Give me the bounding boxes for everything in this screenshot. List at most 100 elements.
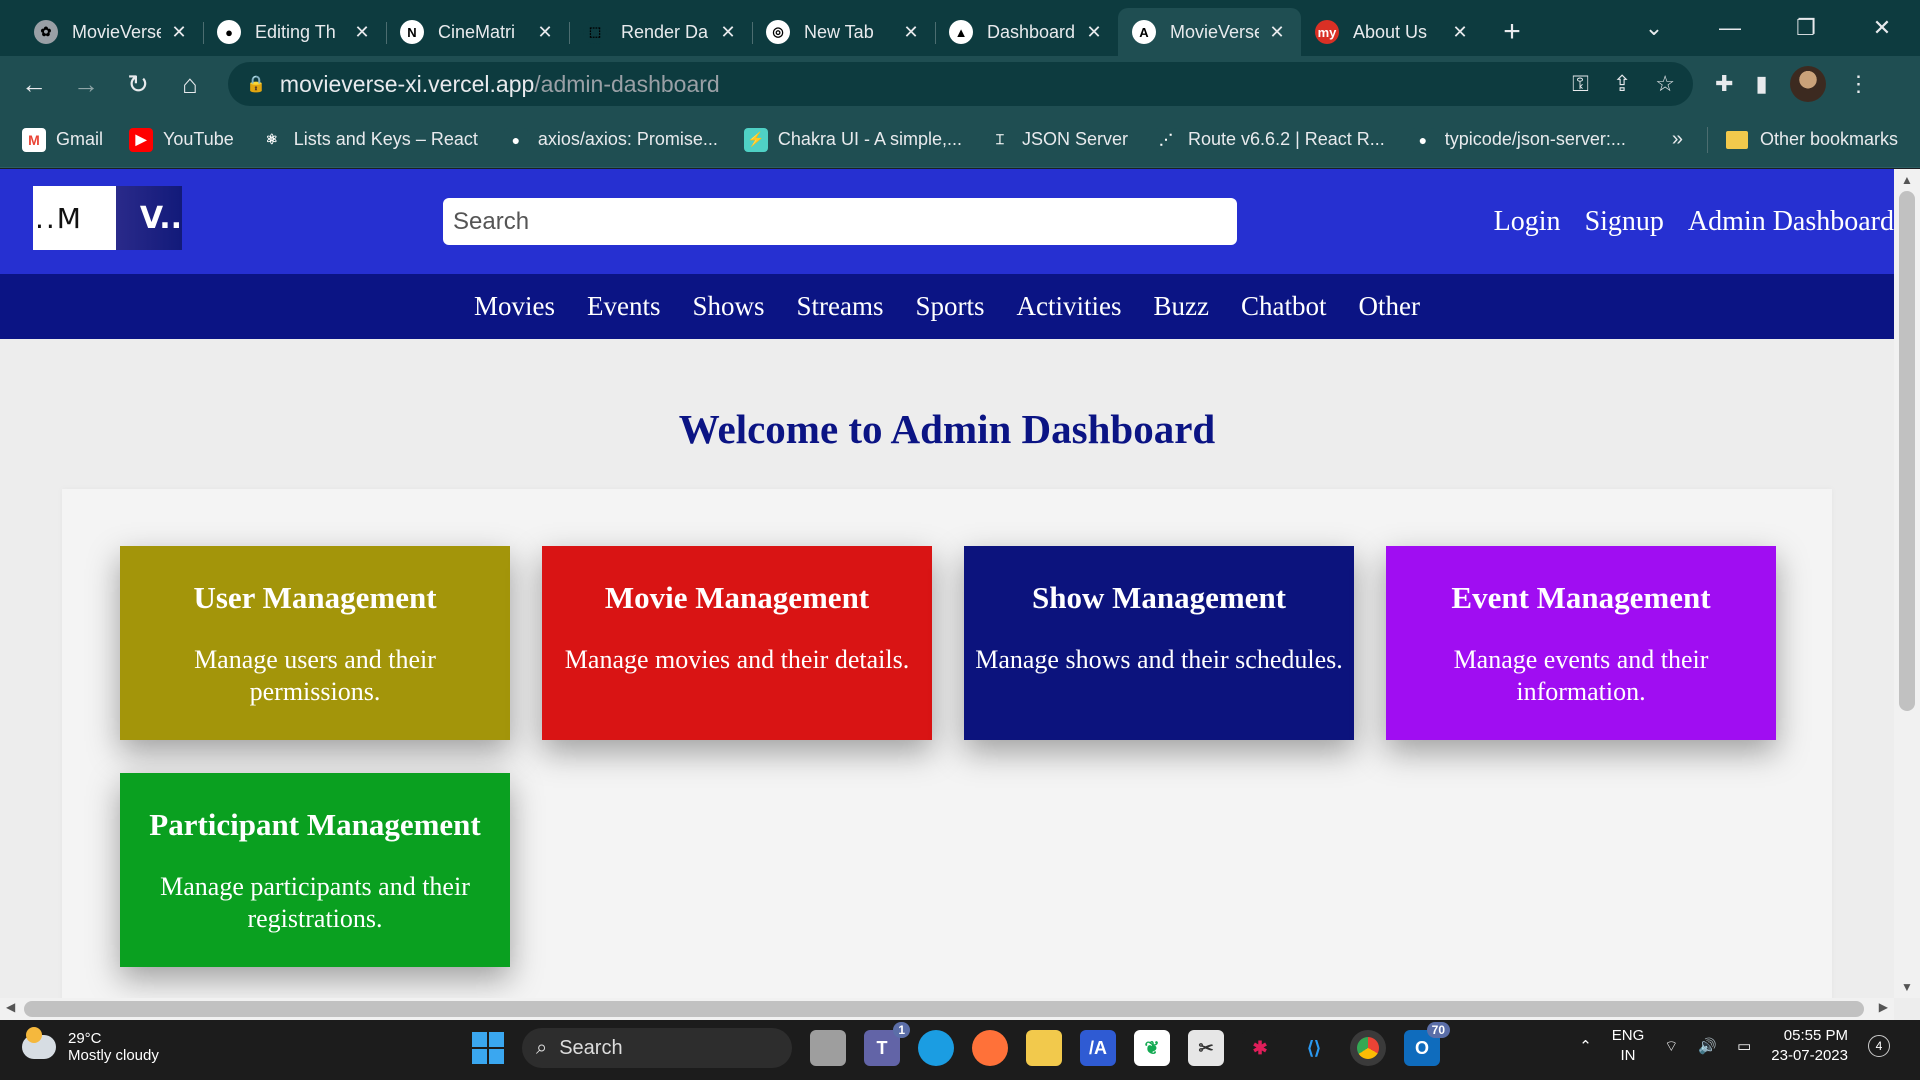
browser-tab[interactable]: A MovieVerse ✕ xyxy=(1118,8,1301,56)
browser-tab[interactable]: ◎ New Tab ✕ xyxy=(752,8,935,56)
management-card[interactable]: Show Management Manage shows and their sc… xyxy=(964,546,1354,740)
star-icon[interactable]: ☆ xyxy=(1655,71,1675,97)
horizontal-scrollbar[interactable]: ◀ ▶ xyxy=(0,998,1894,1020)
scroll-down-icon[interactable]: ▼ xyxy=(1894,980,1920,994)
bookmark-item[interactable]: M Gmail xyxy=(22,127,103,152)
site-search-input[interactable] xyxy=(443,198,1237,245)
volume-icon[interactable]: 🔊 xyxy=(1698,1037,1717,1055)
nav-item[interactable]: Shows xyxy=(692,291,764,322)
forward-icon[interactable]: → xyxy=(64,62,108,106)
vertical-scrollbar[interactable]: ▲ ▼ xyxy=(1894,169,1920,998)
teams-icon[interactable]: T1 xyxy=(864,1022,910,1066)
wifi-icon[interactable]: ⌔ xyxy=(1664,1037,1678,1056)
new-tab-button[interactable]: + xyxy=(1484,8,1540,56)
slack-icon[interactable]: ✱ xyxy=(1242,1030,1278,1066)
bookmark-item[interactable]: ● axios/axios: Promise... xyxy=(503,127,718,152)
other-bookmarks[interactable]: Other bookmarks xyxy=(1725,129,1898,150)
weather-widget[interactable]: 29°C Mostly cloudy xyxy=(22,1027,159,1064)
nav-item[interactable]: Buzz xyxy=(1154,291,1209,322)
browser-tab[interactable]: ⬚ Render Da ✕ xyxy=(569,8,752,56)
nav-item[interactable]: Streams xyxy=(797,291,884,322)
mongodb-icon[interactable]: ❦ xyxy=(1134,1030,1170,1066)
edge-icon[interactable] xyxy=(918,1030,954,1066)
battery-icon[interactable]: ▭ xyxy=(1737,1037,1751,1055)
bookmarks-bar: M Gmail ▶ YouTube ⚛ Lists and Keys – React ● ax… xyxy=(0,112,1920,168)
taskbar-search[interactable]: ⌕ Search xyxy=(522,1028,792,1068)
tab-close-icon[interactable]: ✕ xyxy=(1084,22,1104,43)
management-card[interactable]: User Management Manage users and their pe… xyxy=(120,546,510,740)
bookmark-item[interactable]: ⌶ JSON Server xyxy=(987,127,1128,152)
site-logo[interactable]: ..M V.. xyxy=(33,186,182,250)
browser-tab[interactable]: ▲ Dashboard ✕ xyxy=(935,8,1118,56)
tab-close-icon[interactable]: ✕ xyxy=(718,22,738,43)
scroll-right-icon[interactable]: ▶ xyxy=(1879,1000,1888,1014)
nav-item[interactable]: Other xyxy=(1359,291,1420,322)
tab-close-icon[interactable]: ✕ xyxy=(535,22,555,43)
scroll-left-icon[interactable]: ◀ xyxy=(6,1000,15,1014)
nav-item[interactable]: Chatbot xyxy=(1241,291,1327,322)
nav-item[interactable]: Sports xyxy=(916,291,985,322)
browser-tab[interactable]: ✿ MovieVerse ✕ xyxy=(20,8,203,56)
vscode-icon[interactable]: ⟨⟩ xyxy=(1296,1030,1332,1066)
browser-tab[interactable]: ● Editing Th ✕ xyxy=(203,8,386,56)
notification-count[interactable]: 4 xyxy=(1868,1035,1890,1057)
bookmark-item[interactable]: ▶ YouTube xyxy=(129,127,234,152)
snipping-tool-icon[interactable]: ✂ xyxy=(1188,1030,1224,1066)
cloudy-icon xyxy=(22,1027,56,1059)
nav-item[interactable]: Movies xyxy=(474,291,555,322)
scroll-up-icon[interactable]: ▲ xyxy=(1894,173,1920,187)
management-card[interactable]: Event Management Manage events and their … xyxy=(1386,546,1776,740)
clock[interactable]: 05:55 PM 23-07-2023 xyxy=(1771,1026,1848,1066)
browser-tab[interactable]: N CineMatri ✕ xyxy=(386,8,569,56)
tab-close-icon[interactable]: ✕ xyxy=(1450,22,1470,43)
lock-icon[interactable]: 🔒 xyxy=(246,74,266,94)
reload-icon[interactable]: ↻ xyxy=(116,62,160,106)
tab-close-icon[interactable]: ✕ xyxy=(169,22,189,43)
nav-item[interactable]: Activities xyxy=(1017,291,1122,322)
vertical-scroll-thumb[interactable] xyxy=(1899,191,1915,711)
bookmark-item[interactable]: ⚛ Lists and Keys – React xyxy=(259,127,478,152)
back-icon[interactable]: ← xyxy=(12,62,56,106)
key-icon[interactable]: ⚿ xyxy=(1572,71,1589,97)
login-link[interactable]: Login xyxy=(1494,206,1561,238)
menu-kebab-icon[interactable]: ⋮ xyxy=(1848,71,1870,97)
admin-dashboard-link[interactable]: Admin Dashboard xyxy=(1688,206,1894,238)
language-indicator[interactable]: ENG IN xyxy=(1612,1026,1645,1066)
lang-primary: ENG xyxy=(1611,1027,1645,1044)
profile-avatar[interactable] xyxy=(1789,66,1826,102)
bookmark-icon: ▶ xyxy=(129,127,154,152)
card-title: Event Management xyxy=(1451,580,1711,615)
start-icon[interactable] xyxy=(472,1032,504,1064)
side-panel-icon[interactable]: ▮ xyxy=(1755,71,1767,97)
outlook-icon[interactable]: O 70 xyxy=(1404,1022,1450,1066)
address-bar[interactable]: 🔒 movieverse-xi.vercel.app/admin-dashboa… xyxy=(228,62,1693,106)
tab-search-icon[interactable]: ⌄ xyxy=(1616,15,1692,41)
bookmark-item[interactable]: ⋰ Route v6.6.2 | React R... xyxy=(1154,127,1385,152)
extensions-icon[interactable]: ✚ xyxy=(1715,71,1733,97)
chevron-up-icon[interactable]: ⌃ xyxy=(1579,1037,1592,1055)
browser-tab[interactable]: my About Us ✕ xyxy=(1301,8,1484,56)
restore-icon[interactable]: ❐ xyxy=(1768,15,1844,41)
minimize-icon[interactable]: — xyxy=(1692,15,1768,41)
site-nav: Movies Events Shows Streams Sports Activities… xyxy=(0,274,1894,339)
bookmark-item[interactable]: ⚡ Chakra UI - A simple,... xyxy=(743,127,962,152)
task-view-icon[interactable] xyxy=(810,1030,846,1066)
management-card[interactable]: Movie Management Manage movies and their … xyxy=(542,546,932,740)
chrome-icon[interactable] xyxy=(1350,1030,1386,1066)
tab-close-icon[interactable]: ✕ xyxy=(901,22,921,43)
editor-icon[interactable]: /A xyxy=(1080,1030,1116,1066)
home-icon[interactable]: ⌂ xyxy=(168,62,212,106)
firefox-icon[interactable] xyxy=(972,1030,1008,1066)
share-icon[interactable]: ⇪ xyxy=(1613,71,1631,97)
tab-title: Dashboard xyxy=(987,21,1076,42)
close-window-icon[interactable]: ✕ xyxy=(1844,15,1920,41)
nav-item[interactable]: Events xyxy=(587,291,661,322)
file-explorer-icon[interactable] xyxy=(1026,1030,1062,1066)
tab-close-icon[interactable]: ✕ xyxy=(1267,22,1287,43)
bookmarks-overflow-icon[interactable]: » xyxy=(1672,128,1683,151)
signup-link[interactable]: Signup xyxy=(1585,206,1664,238)
tab-close-icon[interactable]: ✕ xyxy=(352,22,372,43)
management-card[interactable]: Participant Management Manage participant… xyxy=(120,773,510,967)
bookmark-item[interactable]: ● typicode/json-server:... xyxy=(1410,127,1626,152)
horizontal-scroll-thumb[interactable] xyxy=(24,1001,1864,1017)
